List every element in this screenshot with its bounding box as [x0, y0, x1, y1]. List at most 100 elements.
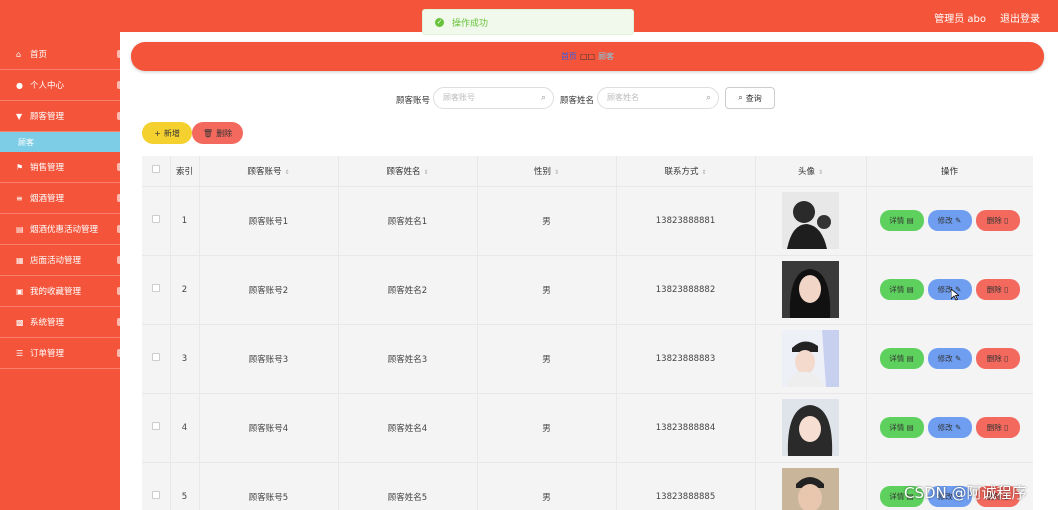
column-header-gender[interactable]: 性别 ⇕	[477, 156, 617, 187]
edit-button[interactable]: 修改 ✎	[927, 279, 972, 300]
account-search-input[interactable]: 顾客账号 ⌕	[433, 87, 554, 109]
row-gender: 男	[477, 462, 617, 510]
logout-link[interactable]: 退出登录	[1000, 10, 1040, 25]
detail-button[interactable]: 详情 ▤	[879, 210, 924, 231]
sidebar-item-label: 销售管理	[30, 163, 65, 173]
doc-icon: ▤	[906, 354, 914, 363]
trash-icon: ▯	[1004, 285, 1009, 294]
name-search-input[interactable]: 顾客姓名 ⌕	[597, 87, 719, 109]
column-header-account[interactable]: 顾客账号 ⇕	[199, 156, 339, 187]
row-account: 顾客账号3	[199, 324, 339, 394]
edit-button[interactable]: 修改 ✎	[927, 210, 972, 231]
sidebar-item-favorites[interactable]: ▣ 我的收藏管理	[0, 276, 120, 307]
sidebar-subitem-customer[interactable]: 顾客	[0, 132, 120, 152]
row-name: 顾客姓名2	[338, 255, 478, 325]
select-all-checkbox[interactable]	[151, 165, 160, 174]
sidebar-item-store-activity[interactable]: ▦ 店面活动管理	[0, 245, 120, 276]
search-icon: ⌕	[738, 93, 743, 102]
query-button[interactable]: ⌕ 查询	[725, 87, 775, 109]
edit-button[interactable]: 修改 ✎	[927, 348, 972, 369]
edit-icon: ✎	[955, 423, 962, 432]
sidebar-item-customer-mgmt[interactable]: ▼ 顾客管理	[0, 101, 120, 132]
doc-icon: ▤	[906, 216, 914, 225]
row-name: 顾客姓名5	[338, 462, 478, 510]
row-contact: 13823888881	[616, 186, 756, 256]
customer-table: 索引 顾客账号 ⇕ 顾客姓名 ⇕ 性别 ⇕ 联系方式 ⇕ 头像 ⇕ 操作 1 顾客账号1 …	[142, 156, 1033, 510]
row-account: 顾客账号5	[199, 462, 339, 510]
row-checkbox[interactable]	[151, 284, 160, 292]
row-checkbox[interactable]	[151, 215, 160, 223]
trash-icon: ▯	[1004, 354, 1009, 363]
row-account: 顾客账号4	[199, 393, 339, 463]
edit-button[interactable]: 修改 ✎	[927, 417, 972, 438]
delete-button[interactable]: 删除 ▯	[975, 417, 1020, 438]
detail-button[interactable]: 详情 ▤	[879, 279, 924, 300]
sidebar-item-label: 烟酒管理	[30, 194, 65, 204]
sort-icon: ⇕	[817, 168, 824, 176]
row-checkbox[interactable]	[151, 491, 160, 499]
select-all-cell	[142, 156, 171, 187]
sidebar-item-tobacco-mgmt[interactable]: ≡ 烟酒管理	[0, 183, 120, 214]
row-name: 顾客姓名1	[338, 186, 478, 256]
sidebar-item-profile[interactable]: ● 个人中心	[0, 70, 120, 101]
breadcrumb: 首页 □□ 顾客	[131, 42, 1044, 71]
column-header-ops: 操作	[866, 156, 1033, 187]
breadcrumb-home[interactable]: 首页	[561, 51, 577, 62]
row-contact: 13823888882	[616, 255, 756, 325]
delete-button[interactable]: 删除 ▯	[975, 210, 1020, 231]
menu-icon: ☰	[16, 348, 24, 358]
search-icon: ⌕	[540, 93, 546, 103]
expand-indicator	[117, 81, 120, 89]
column-header-avatar[interactable]: 头像 ⇕	[755, 156, 867, 187]
delete-button[interactable]: 删除 ▯	[975, 279, 1020, 300]
row-name: 顾客姓名4	[338, 393, 478, 463]
table-row: 4 顾客账号4 顾客姓名4 男 13823888884 详情 ▤ 修改 ✎ 删除 ▯	[142, 393, 1033, 463]
delete-button[interactable]: 删除 ▯	[975, 348, 1020, 369]
avatar	[782, 468, 839, 510]
user-icon: ●	[16, 80, 23, 90]
sidebar-item-sales-mgmt[interactable]: ⚑ 销售管理	[0, 152, 120, 183]
row-index: 1	[170, 186, 200, 256]
sidebar-item-label: 烟酒优惠活动管理	[30, 225, 99, 235]
breadcrumb-current: 顾客	[598, 52, 615, 61]
column-header-name[interactable]: 顾客姓名 ⇕	[338, 156, 478, 187]
sidebar: ⌂ 首页 ● 个人中心 ▼ 顾客管理 顾客 ⚑ 销售管理 ≡ 烟酒管理 ▤ 烟酒…	[0, 32, 120, 510]
detail-button[interactable]: 详情 ▤	[879, 417, 924, 438]
expand-indicator	[117, 112, 120, 120]
admin-label: 管理员 abo	[934, 14, 986, 25]
row-gender: 男	[477, 393, 617, 463]
add-button[interactable]: + 新增	[142, 122, 192, 144]
sidebar-item-orders[interactable]: ☰ 订单管理	[0, 338, 120, 369]
check-circle-icon: ✓	[435, 17, 444, 27]
layers-icon: ≡	[16, 193, 23, 203]
toast-message: 操作成功	[452, 18, 489, 29]
row-name: 顾客姓名3	[338, 324, 478, 394]
expand-indicator	[117, 50, 120, 58]
batch-delete-label: 删除	[216, 128, 233, 138]
row-checkbox[interactable]	[151, 422, 160, 430]
expand-indicator	[117, 349, 120, 357]
doc-icon: ▤	[906, 285, 914, 294]
sidebar-item-system[interactable]: ▩ 系统管理	[0, 307, 120, 338]
row-gender: 男	[477, 255, 617, 325]
sidebar-subitem-label: 顾客	[18, 137, 34, 147]
row-gender: 男	[477, 324, 617, 394]
table-row: 5 顾客账号5 顾客姓名5 男 13823888885 详情 ▤ 修改 ✎ 删除 ▯	[142, 462, 1033, 510]
batch-delete-button[interactable]: 🗑 删除	[192, 122, 243, 144]
name-search-placeholder: 顾客姓名	[607, 93, 639, 102]
sidebar-item-promo-mgmt[interactable]: ▤ 烟酒优惠活动管理	[0, 214, 120, 245]
plus-icon: +	[154, 128, 161, 138]
sidebar-item-home[interactable]: ⌂ 首页	[0, 39, 120, 70]
sidebar-item-label: 系统管理	[30, 318, 65, 328]
sidebar-item-label: 我的收藏管理	[30, 287, 82, 297]
row-index: 5	[170, 462, 200, 510]
row-checkbox[interactable]	[151, 353, 160, 361]
avatar	[782, 261, 839, 318]
avatar	[782, 330, 839, 387]
sort-icon: ⇕	[701, 168, 707, 176]
column-header-index: 索引	[170, 156, 200, 187]
settings-icon: ▩	[16, 317, 24, 327]
detail-button[interactable]: 详情 ▤	[879, 348, 924, 369]
column-header-contact[interactable]: 联系方式 ⇕	[616, 156, 756, 187]
search-icon: ⌕	[705, 93, 711, 103]
